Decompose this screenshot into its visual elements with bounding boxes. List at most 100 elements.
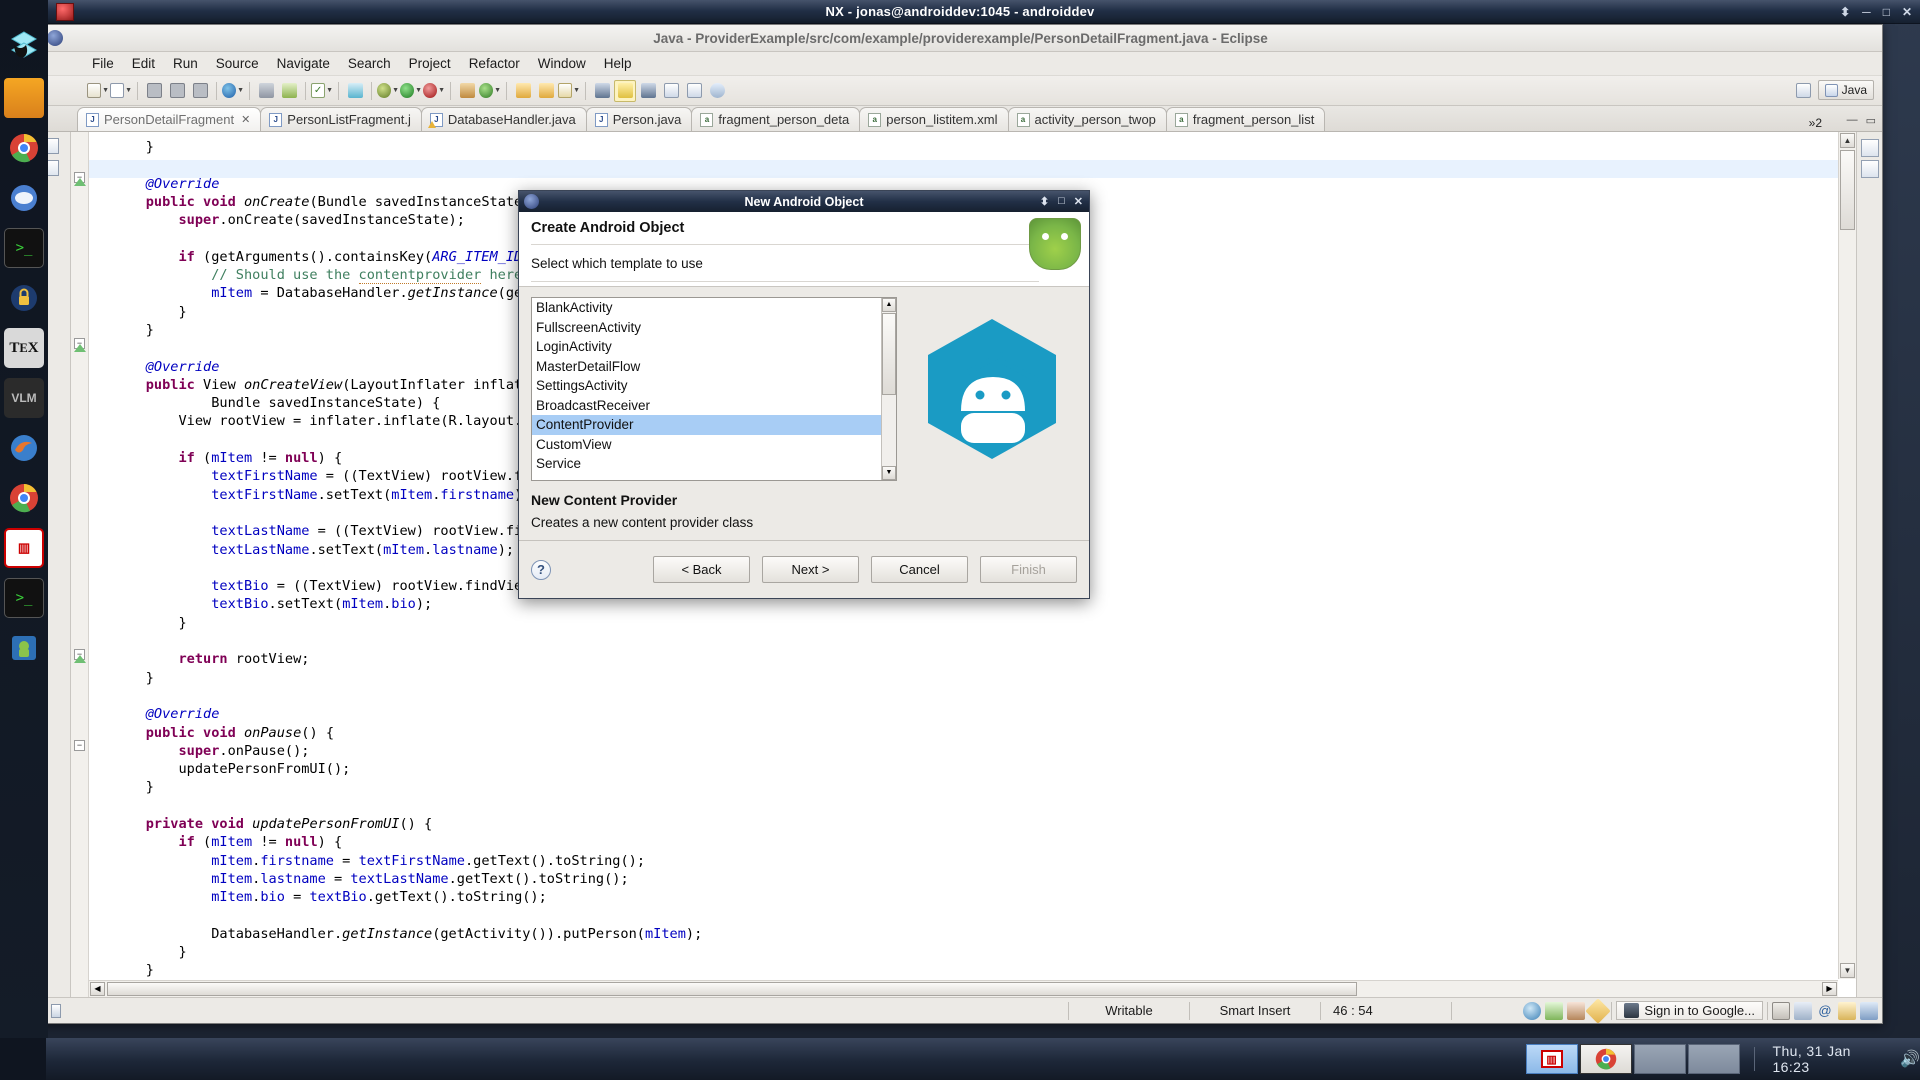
new-file-button[interactable]: ▼ <box>110 80 132 102</box>
open-type-button[interactable] <box>512 80 534 102</box>
taskbar-item-eclipse[interactable]: ▥ <box>1526 1044 1578 1074</box>
list-item[interactable]: BroadcastReceiver <box>532 396 896 416</box>
debug-bug-button[interactable]: ▼ <box>377 80 399 102</box>
chevron-down-icon[interactable]: ▼ <box>326 87 333 94</box>
minimize-editor-icon[interactable]: — <box>1847 114 1858 127</box>
next-annotation-button[interactable] <box>637 80 659 102</box>
tab-fragment-person-detail[interactable]: a fragment_person_deta <box>691 107 860 131</box>
tex-icon[interactable]: TEX <box>4 328 44 368</box>
list-item[interactable]: LoginActivity <box>532 337 896 357</box>
forward-button[interactable] <box>706 80 728 102</box>
menu-refactor[interactable]: Refactor <box>460 54 529 73</box>
menu-source[interactable]: Source <box>207 54 268 73</box>
list-item[interactable]: BlankActivity <box>532 298 896 318</box>
tab-person-listitem[interactable]: a person_listitem.xml <box>859 107 1008 131</box>
run-history-button[interactable]: ▼ <box>423 80 445 102</box>
menu-bar[interactable]: File Edit Run Source Navigate Search Pro… <box>39 52 1882 76</box>
tab-activity-person-twopane[interactable]: a activity_person_twop <box>1008 107 1167 131</box>
system-taskbar[interactable]: ▥ Thu, 31 Jan 16:23 🔊 <box>0 1038 1920 1080</box>
tab-overflow-indicator[interactable]: »2 <box>1809 116 1822 130</box>
scroll-up-icon[interactable]: ▲ <box>1840 133 1855 148</box>
display-icon[interactable] <box>1860 1002 1878 1020</box>
new-android-project-button[interactable] <box>456 80 478 102</box>
android-icon[interactable] <box>4 628 44 668</box>
debug-button[interactable]: ▼ <box>222 80 244 102</box>
last-edit-location-button[interactable] <box>660 80 682 102</box>
menu-project[interactable]: Project <box>400 54 460 73</box>
list-item[interactable]: Service <box>532 454 896 474</box>
list-item[interactable]: MasterDetailFlow <box>532 357 896 377</box>
at-icon[interactable]: @ <box>1816 1002 1834 1020</box>
editor-view-controls[interactable]: — ▭ <box>1847 114 1876 127</box>
horizontal-scrollbar[interactable]: ◀ ▶ <box>89 980 1838 997</box>
files-icon[interactable] <box>4 78 44 118</box>
open-perspective-icon[interactable] <box>1793 79 1815 101</box>
chevron-down-icon[interactable]: ▼ <box>102 87 109 94</box>
scroll-right-icon[interactable]: ▶ <box>1822 982 1837 996</box>
dialog-window-controls[interactable]: ⬍ □ ✕ <box>1040 195 1083 208</box>
chart-icon[interactable] <box>1545 1002 1563 1020</box>
firefox-icon[interactable] <box>4 428 44 468</box>
outline-view-icon[interactable] <box>1861 139 1879 157</box>
list-item[interactable]: CustomView <box>532 435 896 455</box>
recorder-icon[interactable]: ▥ <box>4 528 44 568</box>
security-icon[interactable] <box>4 278 44 318</box>
close-icon[interactable]: ✕ <box>241 113 250 126</box>
menu-search[interactable]: Search <box>339 54 400 73</box>
editor-right-toolbar[interactable] <box>1856 132 1882 997</box>
perspective-bar[interactable]: Java <box>1793 79 1874 101</box>
scroll-up-icon[interactable]: ▲ <box>882 298 896 312</box>
taskbar-item-chrome[interactable] <box>1580 1044 1632 1074</box>
vertical-scrollbar-thumb[interactable] <box>1840 150 1855 230</box>
task-list-view-icon[interactable] <box>1861 160 1879 178</box>
heap-status-icon[interactable] <box>1567 1002 1585 1020</box>
help-button[interactable]: ? <box>531 560 551 580</box>
menu-file[interactable]: File <box>83 54 123 73</box>
horizontal-scrollbar-thumb[interactable] <box>107 982 1357 996</box>
back-button[interactable] <box>683 80 705 102</box>
nx-restore-icon[interactable]: ⬍ <box>1840 5 1850 19</box>
taskbar-item-4[interactable] <box>1688 1044 1740 1074</box>
menu-edit[interactable]: Edit <box>123 54 164 73</box>
list-item[interactable]: FullscreenActivity <box>532 318 896 338</box>
star-icon[interactable] <box>1586 998 1611 1023</box>
scroll-down-icon[interactable]: ▼ <box>1840 963 1855 978</box>
menu-run[interactable]: Run <box>164 54 207 73</box>
eclipse-icon[interactable] <box>4 178 44 218</box>
list-item[interactable]: SettingsActivity <box>532 376 896 396</box>
dialog-restore-icon[interactable]: ⬍ <box>1040 195 1049 208</box>
list-item-selected[interactable]: ContentProvider <box>532 415 896 435</box>
template-list[interactable]: BlankActivity FullscreenActivity LoginAc… <box>531 297 897 481</box>
chevron-down-icon[interactable]: ▼ <box>392 87 399 94</box>
chevron-down-icon[interactable]: ▼ <box>494 87 501 94</box>
application-dock[interactable]: >_ TEX VLM ▥ >_ <box>0 0 48 1080</box>
main-toolbar[interactable]: ▼ ▼ ▼ ✓▼ ▼ ▼ ▼ ▼ ▼ <box>39 76 1882 106</box>
export-status-icon[interactable] <box>1838 1002 1856 1020</box>
overview-ruler[interactable]: ▲ ▼ <box>1838 132 1856 979</box>
fold-marker-icon[interactable]: − <box>74 740 85 751</box>
chevron-down-icon[interactable]: ▼ <box>438 87 445 94</box>
new-wizard-button[interactable]: ▼ <box>87 80 109 102</box>
scrollbar-thumb[interactable] <box>882 313 896 395</box>
cancel-button[interactable]: Cancel <box>871 556 968 583</box>
tab-person[interactable]: J Person.java <box>586 107 693 131</box>
status-bar-right[interactable]: Sign in to Google... @ <box>1523 1001 1878 1020</box>
chevron-down-icon[interactable]: ▼ <box>237 87 244 94</box>
chevron-down-icon[interactable]: ▼ <box>415 87 422 94</box>
chevron-down-icon[interactable]: ▼ <box>125 87 132 94</box>
menu-window[interactable]: Window <box>529 54 595 73</box>
dialog-button-row[interactable]: < Back Next > Cancel Finish <box>653 556 1077 583</box>
nx-logo-icon[interactable] <box>4 28 44 68</box>
tab-fragment-person-list[interactable]: a fragment_person_list <box>1166 107 1325 131</box>
window-icon[interactable] <box>1772 1002 1790 1020</box>
chrome-icon[interactable] <box>4 128 44 168</box>
scroll-left-icon[interactable]: ◀ <box>90 982 105 996</box>
tab-databasehandler[interactable]: J DatabaseHandler.java <box>421 107 587 131</box>
new-android-object-dialog[interactable]: New Android Object ⬍ □ ✕ Create Android … <box>518 190 1090 599</box>
perspective-java-button[interactable]: Java <box>1818 80 1874 100</box>
tab-persondetailfragment[interactable]: J PersonDetailFragment ✕ <box>77 107 261 131</box>
android-sdk-manager-button[interactable] <box>344 80 366 102</box>
back-button[interactable]: < Back <box>653 556 750 583</box>
run-button[interactable]: ▼ <box>400 80 422 102</box>
google-signin-button[interactable]: Sign in to Google... <box>1616 1001 1763 1020</box>
